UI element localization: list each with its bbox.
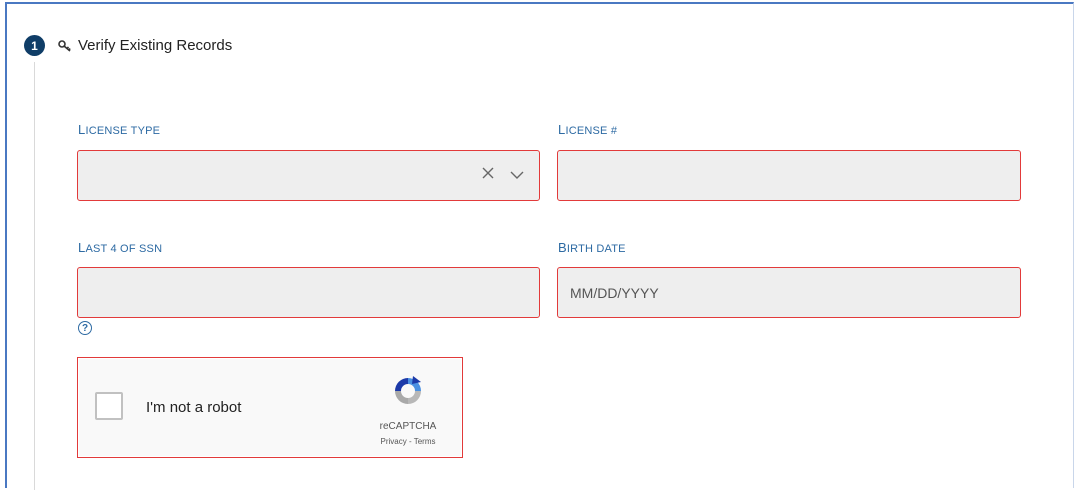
license-type-label: License Type	[78, 122, 161, 137]
birth-date-input[interactable]	[558, 268, 1020, 317]
license-number-input[interactable]	[558, 151, 1020, 200]
recaptcha-label: I'm not a robot	[146, 399, 242, 416]
step-number-badge: 1	[24, 35, 45, 56]
license-number-label: License #	[558, 122, 618, 137]
ssn-last4-field[interactable]	[77, 267, 540, 318]
recaptcha-widget: I'm not a robot reCAPTCHA Privacy - Term…	[77, 357, 463, 458]
key-icon	[58, 39, 72, 52]
ssn-last4-label: Last 4 of SSN	[78, 240, 163, 255]
license-type-select[interactable]	[77, 150, 540, 201]
step-header: Verify Existing Records	[58, 35, 232, 56]
recaptcha-links: Privacy - Terms	[363, 437, 453, 446]
recaptcha-box: I'm not a robot reCAPTCHA Privacy - Term…	[79, 359, 461, 456]
recaptcha-privacy-link[interactable]: Privacy	[381, 437, 407, 446]
step-connector-line	[34, 62, 35, 490]
close-icon[interactable]	[481, 166, 495, 185]
recaptcha-link-separator: -	[406, 437, 414, 446]
step-title: Verify Existing Records	[78, 37, 233, 54]
recaptcha-brand: reCAPTCHA	[379, 421, 437, 432]
ssn-last4-input[interactable]	[78, 268, 539, 317]
recaptcha-logo-icon	[391, 374, 425, 413]
question-circle-icon[interactable]: ?	[78, 321, 92, 335]
recaptcha-terms-link[interactable]: Terms	[414, 437, 436, 446]
recaptcha-checkbox[interactable]	[95, 392, 123, 420]
chevron-down-icon[interactable]	[509, 167, 525, 185]
birth-date-field[interactable]	[557, 267, 1021, 318]
step-number: 1	[31, 38, 38, 53]
birth-date-label: Birth Date	[558, 240, 626, 255]
license-number-field[interactable]	[557, 150, 1021, 201]
